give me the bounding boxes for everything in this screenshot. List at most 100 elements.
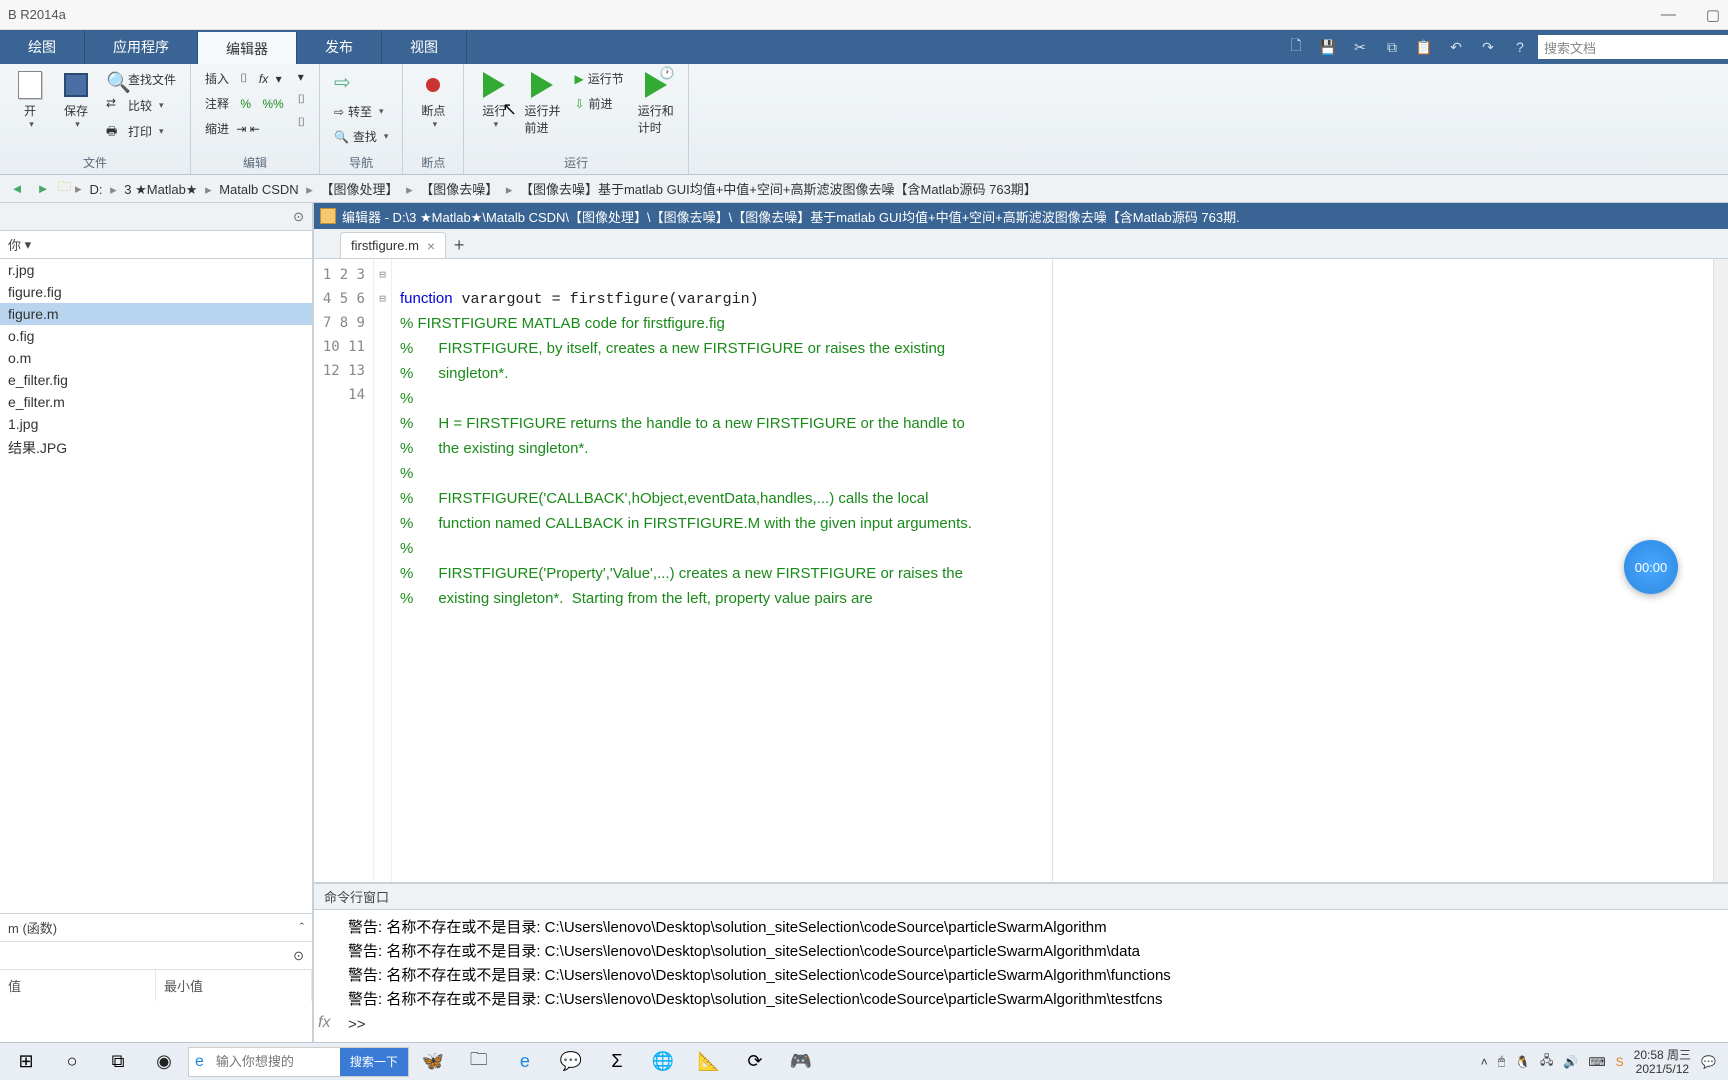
- list-item[interactable]: figure.fig: [0, 281, 312, 303]
- tray-qq-icon[interactable]: 🐧: [1515, 1055, 1530, 1069]
- tray-up-icon[interactable]: ˄: [1481, 1055, 1488, 1069]
- run-section-button[interactable]: ▶运行节: [570, 68, 627, 89]
- tab-view[interactable]: 视图: [382, 30, 467, 64]
- recording-timer[interactable]: 00:00: [1624, 540, 1678, 594]
- window-titlebar: B R2014a — ▢: [0, 0, 1728, 30]
- run-button[interactable]: 运行: [474, 68, 514, 132]
- app-icon-4[interactable]: 🎮: [779, 1045, 823, 1079]
- details-header[interactable]: m (函数) ˆ: [0, 914, 312, 942]
- open-button[interactable]: 开: [10, 68, 50, 132]
- tab-apps[interactable]: 应用程序: [85, 30, 198, 64]
- crumb-segment[interactable]: 【图像去噪】基于matlab GUI均值+中值+空间+高斯滤波图像去噪【含Mat…: [516, 182, 1041, 197]
- edit-opt2[interactable]: ⌷: [294, 90, 309, 109]
- list-item[interactable]: 结果.JPG: [0, 435, 312, 461]
- explorer-icon[interactable]: 🗀: [457, 1045, 501, 1079]
- app-icon-3[interactable]: ⟳: [733, 1045, 777, 1079]
- edit-opt1[interactable]: ▾: [294, 68, 309, 86]
- print-button[interactable]: 🖶打印: [102, 120, 180, 142]
- taskbar-search-go[interactable]: 搜索一下: [340, 1048, 408, 1076]
- code-editor[interactable]: 1 2 3 4 5 6 7 8 9 10 11 12 13 14 ⊟ ⊟ fun…: [314, 259, 1728, 882]
- tray-vol-icon[interactable]: 🔊: [1563, 1055, 1578, 1069]
- qat-save-icon[interactable]: 💾: [1318, 37, 1338, 57]
- qat-paste-icon[interactable]: 📋: [1414, 37, 1434, 57]
- advance-button[interactable]: ⇩前进: [570, 93, 627, 114]
- tab-plot[interactable]: 绘图: [0, 30, 85, 64]
- run-advance-button[interactable]: 运行并 前进: [520, 68, 564, 138]
- crumb-segment[interactable]: 3 ★Matlab★: [120, 182, 201, 197]
- taskbar-search[interactable]: e 搜索一下: [188, 1047, 409, 1077]
- list-item[interactable]: e_filter.m: [0, 391, 312, 413]
- system-tray[interactable]: ˄ 🖱 🐧 🖧 🔊 ⌨ S 20:58 周三 2021/5/12 💬: [1473, 1048, 1724, 1076]
- taskbar-search-input[interactable]: [210, 1054, 340, 1069]
- tab-publish[interactable]: 发布: [297, 30, 382, 64]
- indent-button[interactable]: 缩进 ⇥ ⇤: [201, 118, 288, 139]
- taskbar-clock[interactable]: 20:58 周三 2021/5/12: [1634, 1048, 1691, 1076]
- maximize-button[interactable]: ▢: [1706, 6, 1720, 24]
- breakpoints-button[interactable]: 断点: [413, 68, 453, 132]
- ribbon-group-edit: 插入 ⌷ fx ▾ 注释 % %% 缩进 ⇥ ⇤ ▾ ⌷ ⌷ 编辑: [191, 64, 320, 174]
- doc-search-input[interactable]: 搜索文档: [1538, 35, 1728, 59]
- panel-gear-icon[interactable]: ⊙: [293, 209, 304, 225]
- app-icon-2[interactable]: Σ: [595, 1045, 639, 1079]
- crumb-segment[interactable]: 【图像去噪】: [416, 182, 502, 197]
- run-time-button[interactable]: 🕐 运行和 计时: [634, 68, 678, 138]
- breadcrumb[interactable]: D: ▸ 3 ★Matlab★ ▸ Matalb CSDN ▸ 【图像处理】 ▸…: [86, 179, 1041, 198]
- matlab-icon[interactable]: 📐: [687, 1045, 731, 1079]
- minimize-button[interactable]: —: [1661, 6, 1676, 24]
- browser-icon[interactable]: 🌐: [641, 1045, 685, 1079]
- list-item[interactable]: r.jpg: [0, 259, 312, 281]
- qat-redo-icon[interactable]: ↷: [1478, 37, 1498, 57]
- fold-gutter[interactable]: ⊟ ⊟: [374, 259, 392, 882]
- app-icon-1[interactable]: 🦋: [411, 1045, 455, 1079]
- crumb-segment[interactable]: 【图像处理】: [316, 182, 402, 197]
- nav-arrow[interactable]: ⇨: [330, 68, 393, 97]
- add-tab-button[interactable]: +: [446, 232, 472, 258]
- notification-icon[interactable]: 💬: [1701, 1055, 1716, 1069]
- list-item[interactable]: 1.jpg: [0, 413, 312, 435]
- comment-button[interactable]: 注释 % %%: [201, 93, 288, 114]
- details-gear-icon[interactable]: ⊙: [293, 948, 304, 964]
- list-item[interactable]: o.fig: [0, 325, 312, 347]
- fx-icon[interactable]: fx: [318, 1011, 330, 1035]
- command-window-body[interactable]: 警告: 名称不存在或不是目录: C:\Users\lenovo\Desktop\…: [314, 910, 1728, 1043]
- scrollbar[interactable]: [1714, 259, 1728, 882]
- tray-net-icon[interactable]: 🖧: [1540, 1051, 1553, 1072]
- compare-button[interactable]: ⇄比较: [102, 94, 180, 116]
- qat-undo-icon[interactable]: ↶: [1446, 37, 1466, 57]
- save-button[interactable]: 保存: [56, 68, 96, 132]
- cortana-icon[interactable]: ○: [50, 1045, 94, 1079]
- crumb-segment[interactable]: Matalb CSDN: [215, 182, 302, 197]
- file-tab-firstfigure[interactable]: firstfigure.m ×: [340, 232, 446, 258]
- tab-editor[interactable]: 编辑器: [198, 30, 297, 64]
- command-window: 命令行窗口 警告: 名称不存在或不是目录: C:\Users\lenovo\De…: [314, 882, 1728, 1043]
- findfiles-button[interactable]: 🔍查找文件: [102, 68, 180, 90]
- find-button[interactable]: 🔍查找: [330, 126, 393, 147]
- edge-icon[interactable]: e: [503, 1045, 547, 1079]
- list-item[interactable]: figure.m: [0, 303, 312, 325]
- wechat-icon[interactable]: 💬: [549, 1045, 593, 1079]
- group-label-nav: 导航: [330, 154, 393, 174]
- list-item[interactable]: e_filter.fig: [0, 369, 312, 391]
- nav-back-icon[interactable]: ◄: [6, 178, 28, 200]
- obs-icon[interactable]: ◉: [142, 1045, 186, 1079]
- taskview-icon[interactable]: ⧉: [96, 1045, 140, 1079]
- file-list[interactable]: r.jpgfigure.figfigure.mo.figo.me_filter.…: [0, 259, 312, 913]
- qat-cut-icon[interactable]: ✂: [1350, 37, 1370, 57]
- tray-ime-icon[interactable]: ⌨: [1588, 1055, 1605, 1069]
- qat-help-icon[interactable]: ?: [1510, 37, 1530, 57]
- start-button[interactable]: ⊞: [4, 1045, 48, 1079]
- tray-usb-icon[interactable]: 🖱: [1498, 1054, 1505, 1069]
- goto-button[interactable]: ⇨转至: [330, 101, 393, 122]
- chevron-up-icon[interactable]: ˆ: [300, 920, 304, 935]
- qat-new-icon[interactable]: 🗋: [1286, 37, 1306, 57]
- tray-sogou-icon[interactable]: S: [1616, 1055, 1624, 1069]
- folder-icon[interactable]: 🗀: [58, 178, 71, 200]
- edit-opt3[interactable]: ⌷: [294, 113, 309, 132]
- crumb-segment[interactable]: D:: [86, 182, 107, 197]
- insert-button[interactable]: 插入 ⌷ fx ▾: [201, 68, 288, 89]
- qat-copy-icon[interactable]: ⧉: [1382, 37, 1402, 57]
- code-area[interactable]: function varargout = firstfigure(varargi…: [392, 259, 1714, 882]
- list-item[interactable]: o.m: [0, 347, 312, 369]
- nav-fwd-icon[interactable]: ►: [32, 178, 54, 200]
- close-tab-icon[interactable]: ×: [427, 238, 435, 254]
